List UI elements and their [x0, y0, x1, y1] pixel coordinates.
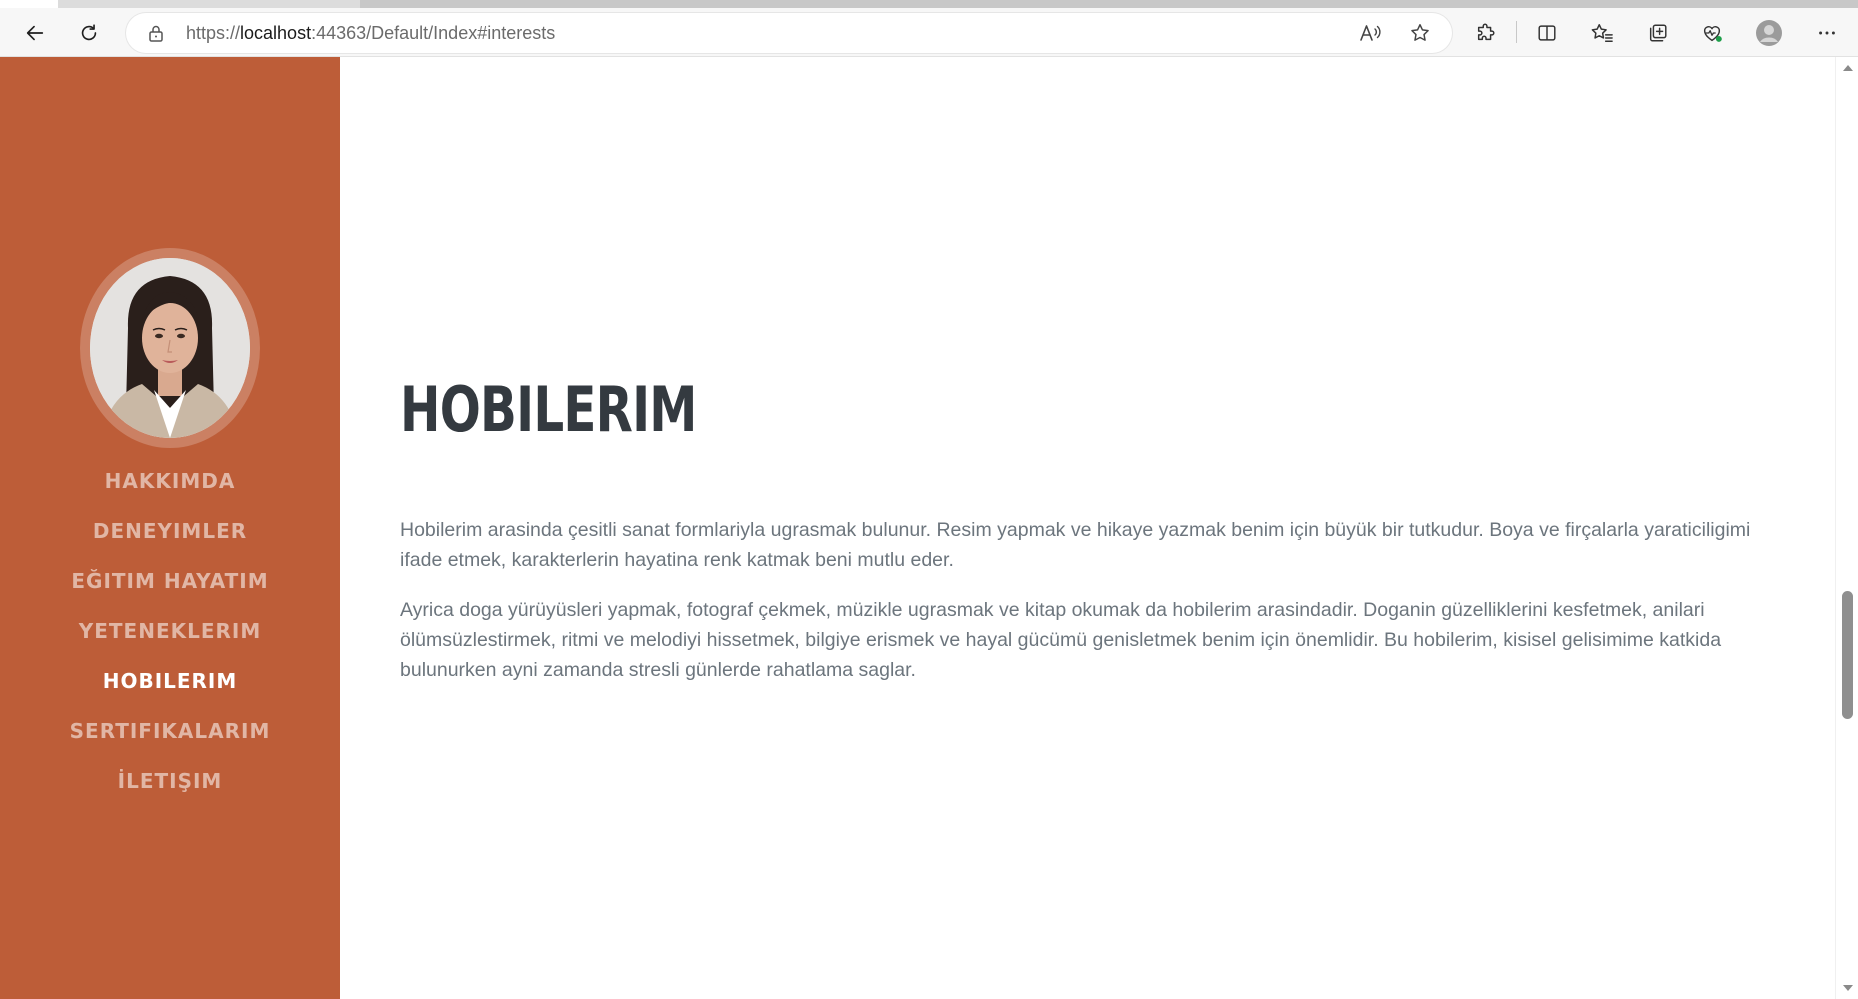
add-favorite-button[interactable] [1402, 17, 1438, 49]
browser-essentials-icon [1703, 26, 1722, 42]
profile-button[interactable] [1751, 17, 1787, 49]
nav-item-label: SERTIFIKALARIM [69, 719, 271, 743]
nav-item-label: İLETIŞIM [117, 769, 223, 793]
page-scrollbar[interactable] [1835, 57, 1858, 999]
nav-item-label: DENEYIMLER [92, 519, 248, 543]
refresh-icon [81, 24, 97, 41]
url-text[interactable]: https://localhost:44363/Default/Index#in… [186, 22, 555, 44]
nav-item-sertifikalarim[interactable]: SERTIFIKALARIM [0, 706, 340, 756]
nav-item-yeteneklerim[interactable]: YETENEKLERIM [0, 606, 340, 656]
lock-icon[interactable] [146, 23, 166, 43]
read-aloud-button[interactable] [1352, 17, 1388, 49]
hobbies-paragraph-1: Hobilerim arasinda çesitli sanat formlar… [400, 519, 1751, 571]
url-scheme: https:// [186, 23, 241, 43]
url-path: :44363/Default/Index#interests [311, 23, 556, 43]
profile-icon [1756, 20, 1782, 46]
nav-item-deneyimler[interactable]: DENEYIMLER [0, 506, 340, 556]
nav-item-label: HOBILERIM [102, 669, 238, 693]
nav-item-label: HAKKIMDA [104, 469, 236, 493]
active-tab[interactable] [0, 0, 58, 8]
scrollbar-thumb[interactable] [1842, 591, 1853, 719]
browser-essentials-button[interactable] [1694, 17, 1730, 49]
nav-item-iletisim[interactable]: İLETIŞIM [0, 756, 340, 806]
toolbar-divider [1516, 21, 1517, 43]
collections-icon [1649, 24, 1667, 42]
scroll-up-arrow-icon[interactable] [1843, 65, 1853, 71]
more-menu-button[interactable] [1809, 17, 1845, 49]
scroll-down-arrow-icon[interactable] [1843, 985, 1853, 991]
nav-item-label: YETENEKLERIM [78, 619, 262, 643]
nav-item-hakkimda[interactable]: HAKKIMDA [0, 456, 340, 506]
nav-item-hobilerim[interactable]: HOBILERIM [0, 656, 340, 706]
url-host: localhost [240, 23, 312, 43]
section-title: HOBILERIM [400, 373, 697, 446]
favorites-button[interactable] [1584, 17, 1620, 49]
nav-item-egitim-hayatim[interactable]: EĞITIM HAYATIM [0, 556, 340, 606]
read-aloud-icon [1360, 25, 1381, 41]
more-icon [1819, 31, 1835, 35]
star-icon [1411, 24, 1429, 41]
tab-strip [0, 0, 1858, 8]
main-content: HOBILERIM Hobilerim arasinda çesitli san… [340, 57, 1835, 999]
browser-toolbar: https://localhost:44363/Default/Index#in… [0, 8, 1858, 57]
split-screen-icon [1538, 25, 1556, 41]
puzzle-icon [1477, 23, 1495, 41]
sidebar: HAKKIMDA DENEYIMLER EĞITIM HAYATIM YETEN… [0, 57, 340, 999]
sidebar-nav: HAKKIMDA DENEYIMLER EĞITIM HAYATIM YETEN… [0, 456, 340, 806]
arrow-left-icon [26, 25, 44, 41]
favorites-icon [1591, 24, 1613, 42]
address-bar[interactable]: https://localhost:44363/Default/Index#in… [126, 13, 1452, 53]
profile-photo-frame [80, 248, 260, 448]
back-button[interactable] [17, 17, 53, 49]
tab-strip-background [360, 0, 1858, 8]
split-screen-button[interactable] [1529, 17, 1565, 49]
collections-button[interactable] [1640, 17, 1676, 49]
nav-item-label: EĞITIM HAYATIM [71, 569, 269, 593]
extensions-button[interactable] [1468, 17, 1504, 49]
refresh-button[interactable] [71, 17, 107, 49]
hobbies-paragraph-2: Ayrica doga yürüyüsleri yapmak, fotograf… [400, 599, 1722, 681]
profile-photo [90, 258, 250, 438]
